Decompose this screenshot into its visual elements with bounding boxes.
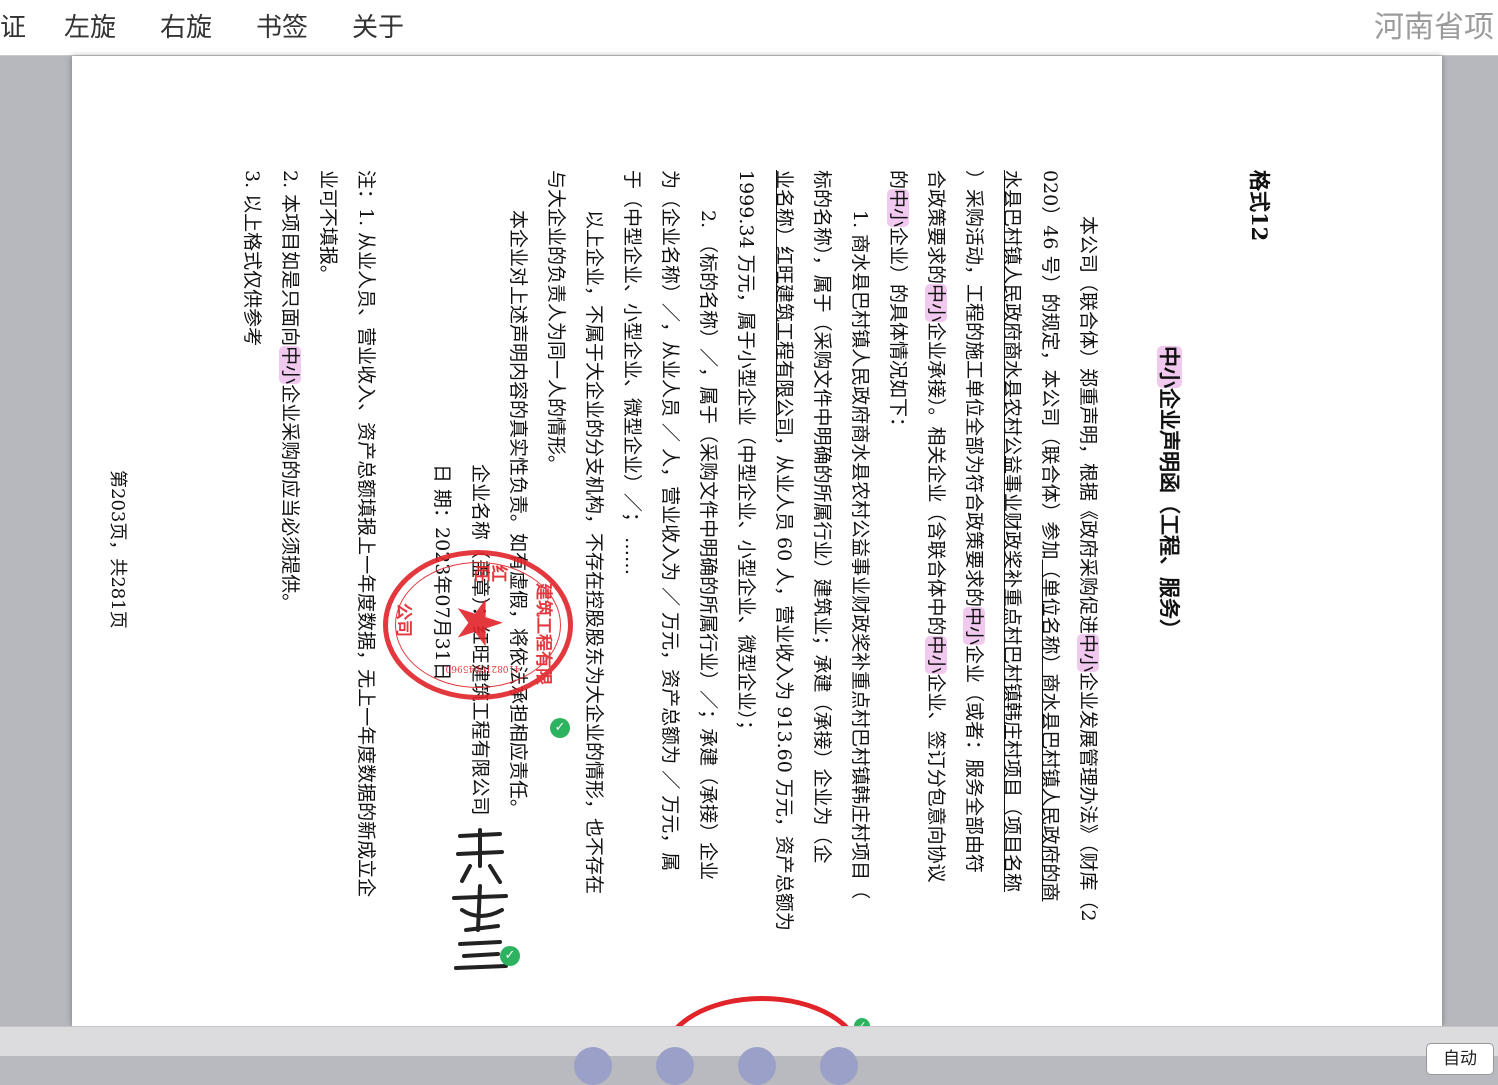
seal-bottom-text: 公司 [393, 603, 413, 637]
top-toolbar: 证 左旋 右旋 书签 关于 河南省项 [0, 0, 1498, 56]
bottom-bar: 自动 [0, 1026, 1498, 1085]
seal-side-text: 红旺 [474, 561, 508, 581]
menu-bookmarks[interactable]: 书签 [256, 10, 308, 46]
check-icon[interactable]: ✓ [550, 718, 570, 738]
text-line-5: 合政策要求的中小企业承接）。相关企业（含联合体中的中小企业、签订分包意向协议 [925, 170, 947, 883]
note-line-1: 注：1. 从业人员、营业收入、资产总额填报上一年度数据，无上一年度数据的新成立企 [355, 170, 377, 898]
note-line-1b: 业可不填报。 [317, 170, 339, 285]
brand-title: 河南省项 [1374, 10, 1494, 45]
text-line-4: ）采购活动，工程的施工单位全部为符合政策要求的中小企业（或者：服务全部由符 [963, 170, 985, 874]
document-page: 格式12 中小企业声明函（工程、服务） 本公司（联合体）郑重声明，根据《政府采购… [72, 56, 1442, 1026]
seal-top-text: 建筑工程有限 [533, 583, 553, 685]
text-line-12: 为（企业名称）／，从业人员 ／ 人，营业收入为 ／ 万元，资产总额为 ／ 万元，… [659, 170, 681, 872]
text-line-11: 2. （标的名称）／，属于（采购文件中明确的所属行业）／；承建（承接）企业 [697, 210, 719, 881]
doc-title: 中小企业声明函（工程、服务） [1157, 346, 1182, 640]
nav-first-page-icon[interactable] [574, 1047, 612, 1085]
check-icon[interactable]: ✓ [500, 946, 520, 966]
auto-zoom-select[interactable]: 自动 [1426, 1043, 1494, 1075]
menu-rotate-right[interactable]: 右旋 [160, 10, 212, 46]
company-seal-partial [662, 996, 862, 1026]
nav-prev-page-icon[interactable] [656, 1047, 694, 1085]
nav-last-page-icon[interactable] [820, 1047, 858, 1085]
text-line-10: 1999.34 万元，属于小型企业（中型企业、小型企业、微型企业）； [735, 170, 757, 740]
text-line-16: 本企业对上述声明内容的真实性负责。如有虚假，将依法承担相应责任。 [507, 210, 529, 819]
menu-about[interactable]: 关于 [352, 10, 404, 46]
seal-number: 4108210045960 [445, 663, 520, 673]
format-label: 格式12 [1247, 170, 1272, 242]
check-icon[interactable]: ✓ [854, 1018, 870, 1026]
text-line-1: 本公司（联合体）郑重声明，根据《政府采购促进中小企业发展管理办法》（财库（2 [1077, 216, 1099, 922]
text-line-15: 与大企业的负责人为同一人的情形。 [545, 170, 567, 475]
menu-verify[interactable]: 证 [0, 10, 26, 46]
note-line-2: 2. 本项目如是只面向中小企业采购的应当必须提供。 [279, 170, 301, 613]
text-line-8: 标的名称），属于（采购文件中明确的所属行业）建筑业；承建（承接）企业为（企 [811, 170, 833, 864]
note-line-3: 3. 以上格式仅供参考 [241, 170, 263, 347]
seal-star-icon: ★ [443, 595, 516, 651]
company-seal: ★ 建筑工程有限 红旺 公司 4108210045960 [383, 550, 573, 700]
menu-rotate-left[interactable]: 左旋 [64, 10, 116, 46]
text-line-13: 于（中型企业、小型企业、微型企业）／； …… [621, 170, 643, 576]
text-line-9: 业名称）红旺建筑工程有限公司，从业人员 60 人，营业收入为 913.60 万元… [773, 170, 795, 931]
text-line-3: 水县巴村镇人民政府商水县农村公益事业财政奖补重点村巴村镇韩庄村项目（项目名称 [1001, 170, 1023, 893]
text-line-14: 以上企业，不属于大企业的分支机构，不存在控股股东为大企业的情形，也不存在 [583, 210, 605, 895]
page-footer: 第203页，共281页 [107, 470, 128, 629]
text-line-2: 020）46 号）的规定，本公司（联合体）参加（单位名称）商水县巴村镇人民政府的… [1039, 170, 1061, 902]
text-line-6: 的中小企业）的具体情况如下： [887, 170, 909, 437]
nav-next-page-icon[interactable] [738, 1047, 776, 1085]
text-line-7: 1. 商水县巴村镇人民政府商水县农村公益事业财政奖补重点村巴村镇韩庄村项目（ [849, 210, 871, 900]
